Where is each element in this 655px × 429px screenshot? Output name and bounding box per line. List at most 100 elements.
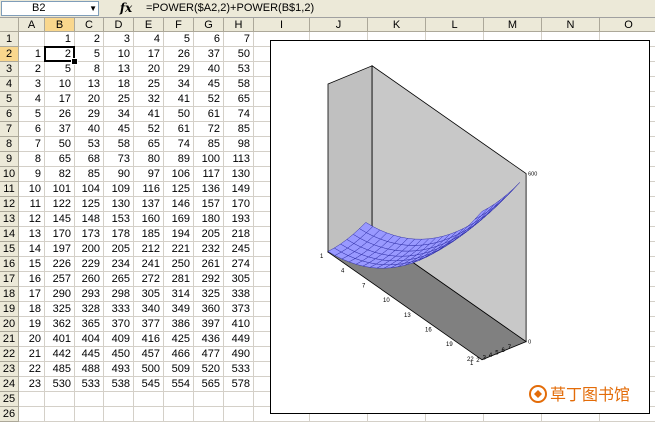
row-header-20[interactable]: 20 [0, 317, 19, 332]
cell-a25[interactable] [19, 392, 45, 407]
cell-h13[interactable]: 193 [224, 212, 254, 227]
chevron-down-icon[interactable]: ▼ [89, 3, 97, 14]
row-header-5[interactable]: 5 [0, 92, 19, 107]
row-header-12[interactable]: 12 [0, 197, 19, 212]
cell-c23[interactable]: 488 [75, 362, 104, 377]
cell-g10[interactable]: 117 [194, 167, 224, 182]
cell-c1[interactable]: 2 [75, 32, 104, 47]
cell-h1[interactable]: 7 [224, 32, 254, 47]
cell-g8[interactable]: 85 [194, 137, 224, 152]
cell-g20[interactable]: 397 [194, 317, 224, 332]
cell-a11[interactable]: 10 [19, 182, 45, 197]
row-header-9[interactable]: 9 [0, 152, 19, 167]
cell-b8[interactable]: 50 [45, 137, 75, 152]
cell-b4[interactable]: 10 [45, 77, 75, 92]
cell-h23[interactable]: 533 [224, 362, 254, 377]
cell-c26[interactable] [75, 407, 104, 422]
cell-c6[interactable]: 29 [75, 107, 104, 122]
cell-d20[interactable]: 370 [104, 317, 134, 332]
cell-d13[interactable]: 153 [104, 212, 134, 227]
cell-c8[interactable]: 53 [75, 137, 104, 152]
cell-c7[interactable]: 40 [75, 122, 104, 137]
column-header-h[interactable]: H [224, 18, 254, 32]
cell-f1[interactable]: 5 [164, 32, 194, 47]
cell-a19[interactable]: 18 [19, 302, 45, 317]
cell-a15[interactable]: 14 [19, 242, 45, 257]
cell-b12[interactable]: 122 [45, 197, 75, 212]
row-header-18[interactable]: 18 [0, 287, 19, 302]
cell-b7[interactable]: 37 [45, 122, 75, 137]
row-header-1[interactable]: 1 [0, 32, 19, 47]
cell-c22[interactable]: 445 [75, 347, 104, 362]
cell-e3[interactable]: 20 [134, 62, 164, 77]
cell-g15[interactable]: 232 [194, 242, 224, 257]
cell-a1[interactable] [19, 32, 45, 47]
function-icon[interactable]: fx [112, 0, 140, 17]
cell-a18[interactable]: 17 [19, 287, 45, 302]
column-header-o[interactable]: O [600, 18, 655, 32]
cell-d1[interactable]: 3 [104, 32, 134, 47]
cell-b19[interactable]: 325 [45, 302, 75, 317]
cell-c19[interactable]: 328 [75, 302, 104, 317]
cell-c13[interactable]: 148 [75, 212, 104, 227]
cell-h25[interactable] [224, 392, 254, 407]
cell-f13[interactable]: 169 [164, 212, 194, 227]
column-header-f[interactable]: F [164, 18, 194, 32]
cell-e4[interactable]: 25 [134, 77, 164, 92]
cell-f4[interactable]: 34 [164, 77, 194, 92]
cell-c3[interactable]: 8 [75, 62, 104, 77]
cell-e12[interactable]: 137 [134, 197, 164, 212]
cell-a14[interactable]: 13 [19, 227, 45, 242]
cell-g14[interactable]: 205 [194, 227, 224, 242]
column-header-b[interactable]: B [45, 18, 75, 32]
cell-g12[interactable]: 157 [194, 197, 224, 212]
cell-c25[interactable] [75, 392, 104, 407]
cell-a21[interactable]: 20 [19, 332, 45, 347]
cell-c17[interactable]: 260 [75, 272, 104, 287]
cell-h22[interactable]: 490 [224, 347, 254, 362]
cell-a3[interactable]: 2 [19, 62, 45, 77]
row-header-25[interactable]: 25 [0, 392, 19, 407]
row-header-13[interactable]: 13 [0, 212, 19, 227]
cell-f26[interactable] [164, 407, 194, 422]
row-header-11[interactable]: 11 [0, 182, 19, 197]
cell-f16[interactable]: 250 [164, 257, 194, 272]
cell-e22[interactable]: 457 [134, 347, 164, 362]
cell-f15[interactable]: 221 [164, 242, 194, 257]
cell-b21[interactable]: 401 [45, 332, 75, 347]
cell-f24[interactable]: 554 [164, 377, 194, 392]
cell-g13[interactable]: 180 [194, 212, 224, 227]
cell-h12[interactable]: 170 [224, 197, 254, 212]
cell-b10[interactable]: 82 [45, 167, 75, 182]
cell-g22[interactable]: 477 [194, 347, 224, 362]
cell-f19[interactable]: 349 [164, 302, 194, 317]
cell-g17[interactable]: 292 [194, 272, 224, 287]
formula-input[interactable]: =POWER($A2,2)+POWER(B$1,2) [146, 1, 314, 16]
cell-d26[interactable] [104, 407, 134, 422]
cell-a17[interactable]: 16 [19, 272, 45, 287]
cell-f7[interactable]: 61 [164, 122, 194, 137]
cell-f6[interactable]: 50 [164, 107, 194, 122]
cell-h16[interactable]: 274 [224, 257, 254, 272]
column-header-d[interactable]: D [104, 18, 134, 32]
cell-e16[interactable]: 241 [134, 257, 164, 272]
cell-b15[interactable]: 197 [45, 242, 75, 257]
cell-c18[interactable]: 293 [75, 287, 104, 302]
cell-h24[interactable]: 578 [224, 377, 254, 392]
cell-f9[interactable]: 89 [164, 152, 194, 167]
cell-e18[interactable]: 305 [134, 287, 164, 302]
cell-g4[interactable]: 45 [194, 77, 224, 92]
cell-b16[interactable]: 226 [45, 257, 75, 272]
cell-h7[interactable]: 85 [224, 122, 254, 137]
cell-g18[interactable]: 325 [194, 287, 224, 302]
cell-a26[interactable] [19, 407, 45, 422]
cell-c10[interactable]: 85 [75, 167, 104, 182]
column-header-n[interactable]: N [542, 18, 600, 32]
cell-e10[interactable]: 97 [134, 167, 164, 182]
cell-f3[interactable]: 29 [164, 62, 194, 77]
cell-b6[interactable]: 26 [45, 107, 75, 122]
cell-g24[interactable]: 565 [194, 377, 224, 392]
cell-f20[interactable]: 386 [164, 317, 194, 332]
row-header-22[interactable]: 22 [0, 347, 19, 362]
cell-d5[interactable]: 25 [104, 92, 134, 107]
